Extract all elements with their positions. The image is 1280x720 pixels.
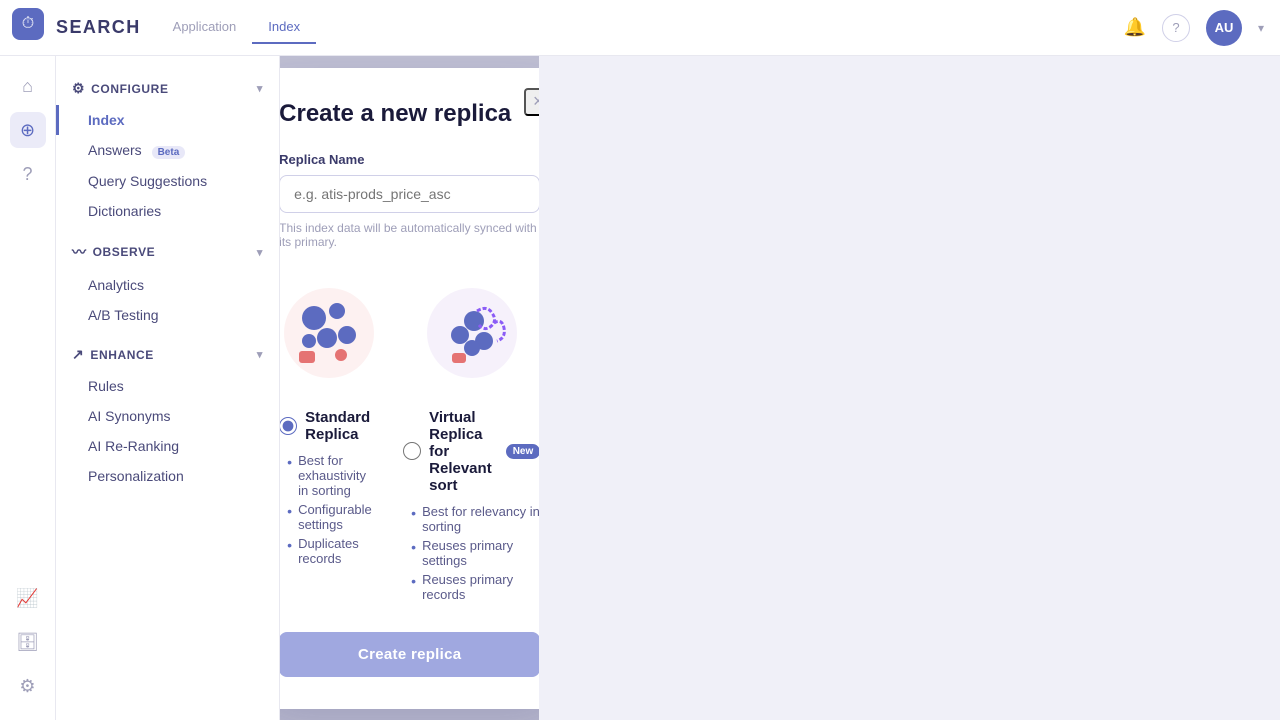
standard-replica-illustration [280,273,379,393]
modal-title: Create a new replica [280,100,539,128]
sidebar-item-analytics[interactable]: Analytics [56,270,279,300]
sidebar: ⚙ CONFIGURE ▾ Index Answers Beta Query S… [56,56,280,720]
observe-label: OBSERVE [93,245,156,259]
replica-options: Standard Replica Best for exhaustivity i… [280,273,539,604]
icon-rail: ⌂ ⊕ ? 📈 🗄 ⚙ [0,56,56,720]
top-bar-right: 🔔 ? AU ▾ [1124,10,1264,46]
answers-label: Answers [88,142,142,158]
chevron-down-icon[interactable]: ▾ [1258,21,1264,35]
sidebar-item-dictionaries[interactable]: Dictionaries [56,196,279,226]
standard-replica-radio[interactable] [280,417,297,435]
virtual-replica-card[interactable]: Virtual Replica for Relevant sort New Be… [403,273,539,604]
enhance-section[interactable]: ↗ ENHANCE ▾ [56,338,279,371]
avatar[interactable]: AU [1206,10,1242,46]
sidebar-item-answers[interactable]: Answers Beta [56,135,279,166]
standard-bullet-2: Configurable settings [287,500,379,534]
app-logo: ⏱ [12,8,44,40]
sidebar-item-index[interactable]: Index [56,105,279,135]
standard-replica-bullets: Best for exhaustivity in sorting Configu… [280,451,379,568]
virtual-replica-label: Virtual Replica for Relevant sort [429,409,492,494]
virtual-bullet-3: Reuses primary records [411,570,539,604]
chevron-down-icon: ▾ [257,82,263,95]
app-title: SEARCH [56,17,141,38]
observe-section[interactable]: 〰 OBSERVE ▾ [56,234,279,270]
logo-text: SEARCH [56,17,141,38]
enhance-icon: ↗ [72,346,84,363]
answers-badge: Beta [152,146,186,159]
sidebar-item-query-suggestions[interactable]: Query Suggestions [56,166,279,196]
new-badge: New [506,444,540,459]
create-replica-button[interactable]: Create replica [280,632,539,677]
top-tabs: Application Index [157,11,316,44]
tab-application[interactable]: Application [157,11,253,44]
sidebar-item-ai-reranking[interactable]: AI Re-Ranking [56,431,279,461]
gear-icon: ⚙ [72,80,85,97]
replica-field-hint: This index data will be automatically sy… [280,221,539,249]
sidebar-item-ai-synonyms[interactable]: AI Synonyms [56,401,279,431]
create-replica-modal: × Create a new replica Replica Name This… [280,68,539,709]
modal-overlay: × Create a new replica Replica Name This… [280,56,539,720]
standard-bullet-3: Duplicates records [287,534,379,568]
virtual-bullet-1: Best for relevancy in sorting [411,502,539,536]
nav-home[interactable]: ⌂ [10,68,46,104]
nav-analytics[interactable]: 📈 [10,580,46,616]
sidebar-item-rules[interactable]: Rules [56,371,279,401]
nav-query[interactable]: ? [10,156,46,192]
tab-index[interactable]: Index [252,11,316,44]
virtual-replica-option-row: Virtual Replica for Relevant sort New [403,409,539,494]
chevron-down-icon-enhance: ▾ [257,348,263,361]
help-icon[interactable]: ? [1162,14,1190,42]
sidebar-item-ab-testing[interactable]: A/B Testing [56,300,279,330]
notification-icon[interactable]: 🔔 [1124,17,1146,38]
enhance-label: ENHANCE [90,348,154,362]
chevron-down-icon-observe: ▾ [257,246,263,259]
configure-section[interactable]: ⚙ CONFIGURE ▾ [56,72,279,105]
nav-database[interactable]: 🗄 [10,624,46,660]
replica-name-input[interactable] [280,175,539,213]
virtual-replica-bullets: Best for relevancy in sorting Reuses pri… [403,502,539,604]
standard-replica-label: Standard Replica [305,409,379,443]
sidebar-item-personalization[interactable]: Personalization [56,461,279,491]
nav-settings[interactable]: ⚙ [10,668,46,704]
modal-close-button[interactable]: × [524,88,539,116]
standard-bullet-1: Best for exhaustivity in sorting [287,451,379,500]
standard-replica-card[interactable]: Standard Replica Best for exhaustivity i… [280,273,379,604]
standard-replica-option-row: Standard Replica [280,409,379,443]
nav-search[interactable]: ⊕ [10,112,46,148]
virtual-replica-illustration [403,273,539,393]
replica-name-label: Replica Name [280,152,539,167]
virtual-bullet-2: Reuses primary settings [411,536,539,570]
virtual-replica-radio[interactable] [403,442,421,460]
main-area: d size ● 857.29B 258K hits matched in 3 … [280,56,539,720]
configure-label: CONFIGURE [91,82,168,96]
observe-icon: 〰 [72,242,87,262]
